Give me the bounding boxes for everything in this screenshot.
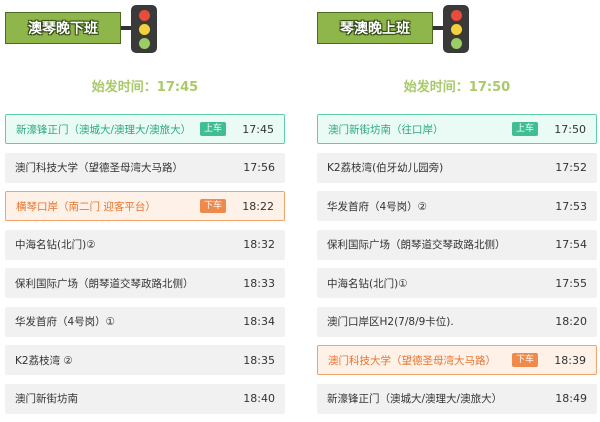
stop-name: 保利国际广场（朗琴道交琴政路北侧）	[327, 239, 506, 251]
stop-time: 17:50	[554, 122, 586, 136]
stop-name: 澳门科技大学（望德圣母湾大马路）	[15, 162, 183, 174]
stop-row[interactable]: 保利国际广场（朗琴道交琴政路北侧） 18:33	[5, 268, 285, 298]
stop-row[interactable]: 华发首府（4号岗）② 17:53	[317, 191, 597, 221]
stop-row[interactable]: 澳门科技大学（望德圣母湾大马路） 17:56	[5, 152, 285, 183]
route-title: 澳琴晚下班	[5, 12, 121, 44]
stop-name: K2荔枝湾(伯牙幼儿园旁)	[327, 162, 444, 174]
stop-row-board[interactable]: 澳门新街坊南（往口岸） 上车 17:50	[317, 114, 597, 144]
stop-list: 新濠锋正门（澳城大/澳理大/澳旅大） 上车 17:45 澳门科技大学（望德圣母湾…	[5, 114, 285, 422]
left-schedule: 澳琴晚下班 始发时间：17:45 新濠锋正门（澳城大/澳理大/澳旅大） 上车 1…	[5, 0, 285, 415]
stop-row[interactable]: 新濠锋正门（澳城大/澳理大/澳旅大） 18:49	[317, 383, 597, 414]
traffic-light-icon	[131, 5, 157, 53]
stop-name: 新濠锋正门（澳城大/澳理大/澳旅大）	[327, 393, 503, 405]
stop-row[interactable]: 澳门口岸区H2(7/8/9卡位). 18:20	[317, 306, 597, 337]
stop-time: 17:52	[555, 161, 587, 174]
stop-row[interactable]: 中海名钻(北门)② 18:32	[5, 229, 285, 260]
alight-badge: 下车	[199, 199, 226, 213]
stop-name: K2荔枝湾 ②	[15, 354, 73, 367]
stop-name: 澳门口岸区H2(7/8/9卡位).	[327, 316, 454, 328]
stop-time: 18:39	[554, 353, 586, 367]
stop-row-alight[interactable]: 横琴口岸（南二门 迎客平台） 下车 18:22	[5, 191, 285, 221]
stop-time: 17:45	[242, 122, 274, 136]
red-light-icon	[138, 9, 150, 21]
yellow-light-icon	[138, 23, 150, 35]
stop-time: 18:32	[243, 238, 275, 251]
green-light-icon	[138, 37, 150, 49]
alight-badge: 下车	[511, 353, 538, 367]
green-light-icon	[450, 37, 462, 49]
stop-name: 华发首府（4号岗）①	[15, 316, 116, 328]
board-badge: 上车	[199, 122, 226, 136]
red-light-icon	[450, 9, 462, 21]
stop-time: 18:35	[243, 353, 275, 367]
board-badge: 上车	[511, 122, 538, 136]
stop-name: 新濠锋正门（澳城大/澳理大/澳旅大）	[16, 123, 192, 136]
stop-row[interactable]: 保利国际广场（朗琴道交琴政路北侧） 17:54	[317, 229, 597, 260]
stop-row-alight[interactable]: 澳门科技大学（望德圣母湾大马路） 下车 18:39	[317, 345, 597, 375]
start-time: 始发时间：17:50	[403, 80, 511, 95]
stop-list: 澳门新街坊南（往口岸） 上车 17:50 K2荔枝湾(伯牙幼儿园旁) 17:52…	[317, 114, 597, 422]
yellow-light-icon	[450, 23, 462, 35]
stop-row[interactable]: K2荔枝湾 ② 18:35	[5, 345, 285, 375]
stop-time: 17:56	[243, 161, 275, 174]
stop-name: 保利国际广场（朗琴道交琴政路北侧）	[15, 277, 194, 290]
stop-name: 澳门新街坊南（往口岸）	[328, 123, 444, 136]
stop-name: 横琴口岸（南二门 迎客平台）	[16, 200, 156, 213]
stop-time: 17:54	[555, 238, 587, 251]
stop-row[interactable]: 澳门新街坊南 18:40	[5, 383, 285, 414]
traffic-light-icon	[443, 5, 469, 53]
stop-row[interactable]: K2荔枝湾(伯牙幼儿园旁) 17:52	[317, 152, 597, 183]
stop-time: 17:55	[555, 276, 587, 290]
stop-name: 中海名钻(北门)①	[327, 277, 408, 290]
stop-time: 18:49	[555, 392, 587, 405]
stop-name: 澳门科技大学（望德圣母湾大马路）	[328, 354, 496, 367]
stop-time: 18:34	[243, 315, 275, 328]
stop-time: 18:20	[555, 315, 587, 328]
stop-name: 华发首府（4号岗）②	[327, 200, 428, 213]
route-title: 琴澳晚上班	[317, 12, 433, 44]
stop-row[interactable]: 华发首府（4号岗）① 18:34	[5, 306, 285, 337]
stop-time: 18:22	[242, 199, 274, 213]
stop-name: 中海名钻(北门)②	[15, 239, 96, 251]
start-time: 始发时间：17:45	[91, 80, 199, 95]
stop-time: 17:53	[555, 199, 587, 213]
stop-name: 澳门新街坊南	[15, 393, 78, 405]
stop-time: 18:40	[243, 392, 275, 405]
stop-row-board[interactable]: 新濠锋正门（澳城大/澳理大/澳旅大） 上车 17:45	[5, 114, 285, 144]
right-schedule: 琴澳晚上班 始发时间：17:50 澳门新街坊南（往口岸） 上车 17:50 K2…	[317, 0, 597, 415]
stop-row[interactable]: 中海名钻(北门)① 17:55	[317, 268, 597, 298]
stop-time: 18:33	[243, 276, 275, 290]
